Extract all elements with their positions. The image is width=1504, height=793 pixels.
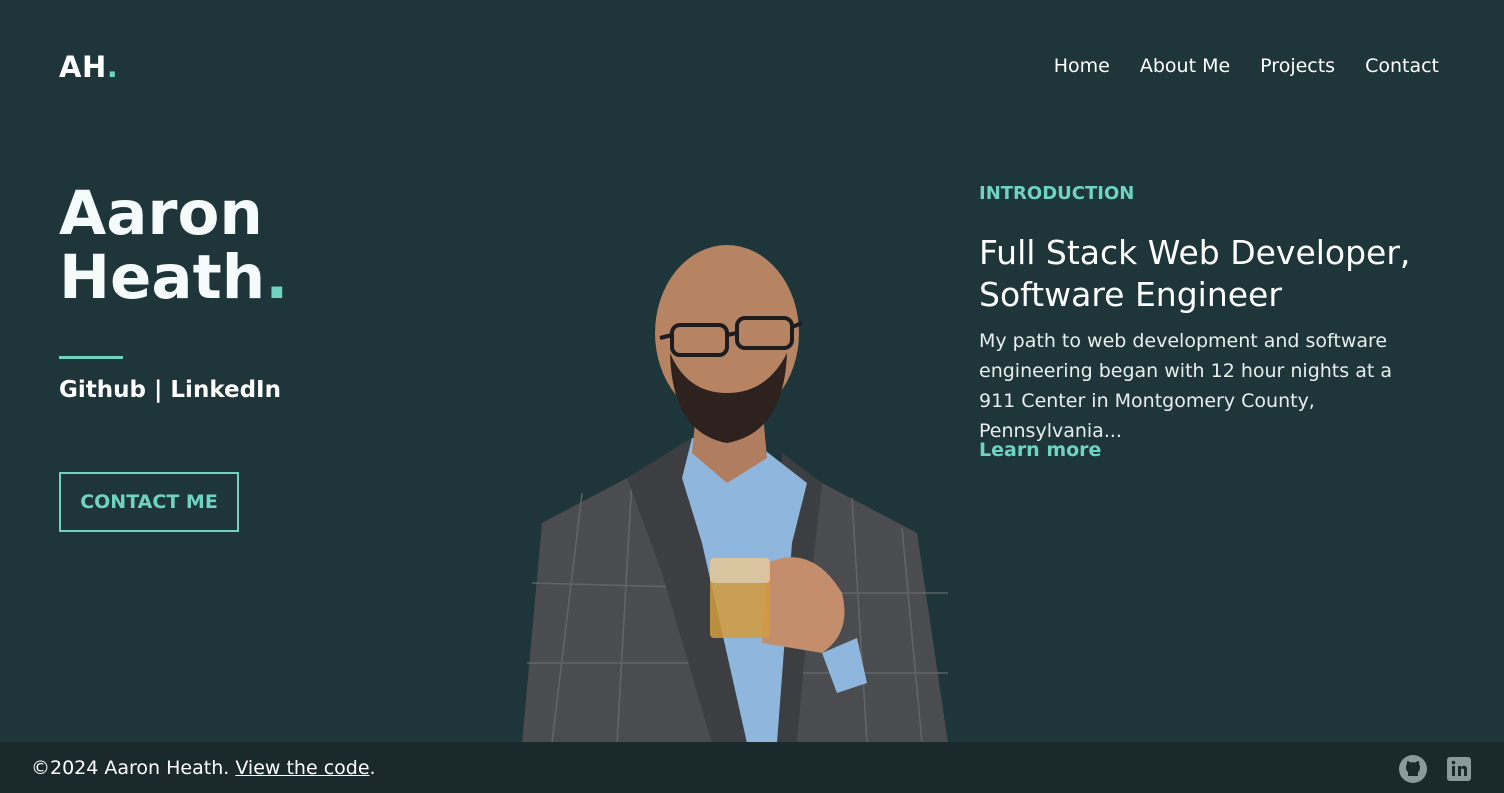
- copyright-text: ©2024 Aaron Heath.: [31, 757, 230, 779]
- hero-divider: [59, 356, 123, 359]
- nav-projects[interactable]: Projects: [1260, 55, 1335, 77]
- nav-contact[interactable]: Contact: [1365, 55, 1439, 77]
- site-logo[interactable]: AH.: [59, 50, 118, 84]
- github-link[interactable]: Github: [59, 377, 146, 403]
- main-nav: Home About Me Projects Contact: [1054, 55, 1439, 77]
- github-icon[interactable]: [1399, 755, 1427, 783]
- footer: ©2024 Aaron Heath. View the code.: [0, 742, 1504, 793]
- headline-line-2: Software Engineer: [979, 275, 1282, 314]
- hero-name: Aaron Heath.: [59, 182, 288, 310]
- hero-name-dot: .: [265, 242, 289, 313]
- footer-period: .: [369, 757, 376, 779]
- hero-last-name: Heath: [59, 242, 266, 313]
- learn-more-link[interactable]: Learn more: [979, 439, 1101, 461]
- intro-headline: Full Stack Web Developer, Software Engin…: [979, 232, 1449, 316]
- logo-dot: .: [106, 50, 119, 84]
- contact-me-button[interactable]: CONTACT ME: [59, 472, 239, 532]
- intro-body: My path to web development and software …: [979, 330, 1392, 442]
- nav-about-me[interactable]: About Me: [1140, 55, 1230, 77]
- portrait-image: [522, 245, 948, 743]
- hero-first-name: Aaron: [59, 178, 263, 249]
- linkedin-icon[interactable]: [1445, 755, 1473, 783]
- linkedin-link[interactable]: LinkedIn: [170, 377, 281, 403]
- footer-social-icons: [1399, 755, 1473, 783]
- intro-label: INTRODUCTION: [979, 183, 1135, 204]
- nav-home[interactable]: Home: [1054, 55, 1110, 77]
- footer-copyright: ©2024 Aaron Heath. View the code.: [31, 757, 376, 779]
- view-code-link[interactable]: View the code: [235, 757, 369, 779]
- social-links: Github | LinkedIn: [59, 377, 281, 403]
- logo-text: AH: [59, 50, 107, 84]
- headline-line-1: Full Stack Web Developer,: [979, 233, 1411, 272]
- social-separator: |: [153, 377, 163, 403]
